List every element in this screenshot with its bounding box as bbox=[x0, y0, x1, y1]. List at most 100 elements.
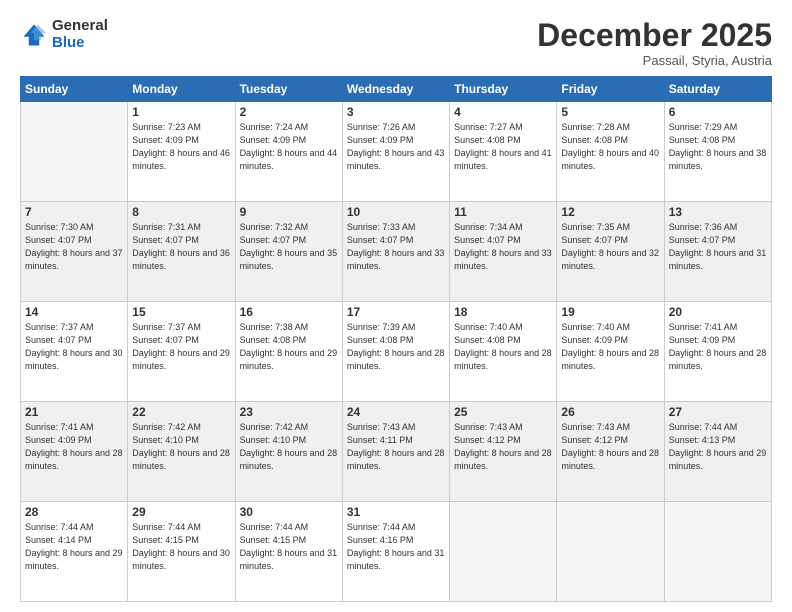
day-info: Sunrise: 7:43 AMSunset: 4:12 PMDaylight:… bbox=[561, 421, 659, 473]
calendar-cell: 19 Sunrise: 7:40 AMSunset: 4:09 PMDayligh… bbox=[557, 302, 664, 402]
col-friday: Friday bbox=[557, 77, 664, 102]
day-info: Sunrise: 7:24 AMSunset: 4:09 PMDaylight:… bbox=[240, 121, 338, 173]
day-number: 9 bbox=[240, 205, 338, 219]
page: General Blue December 2025 Passail, Styr… bbox=[0, 0, 792, 612]
calendar-cell: 14 Sunrise: 7:37 AMSunset: 4:07 PMDayligh… bbox=[21, 302, 128, 402]
week-row-2: 7 Sunrise: 7:30 AMSunset: 4:07 PMDaylight… bbox=[21, 202, 772, 302]
day-info: Sunrise: 7:37 AMSunset: 4:07 PMDaylight:… bbox=[25, 321, 123, 373]
calendar-cell: 16Sunrise: 7:38 AMSunset: 4:08 PMDayligh… bbox=[235, 302, 342, 402]
calendar-cell: 5Sunrise: 7:28 AMSunset: 4:08 PMDaylight… bbox=[557, 102, 664, 202]
day-info: Sunrise: 7:41 AMSunset: 4:09 PMDaylight:… bbox=[25, 421, 123, 473]
day-number: 14 bbox=[25, 305, 123, 319]
calendar-cell: 6 Sunrise: 7:29 AMSunset: 4:08 PMDaylight… bbox=[664, 102, 771, 202]
calendar-cell: 21 Sunrise: 7:41 AMSunset: 4:09 PMDayligh… bbox=[21, 402, 128, 502]
day-info: Sunrise: 7:34 AMSunset: 4:07 PMDaylight:… bbox=[454, 221, 552, 273]
calendar-header-row: Sunday Monday Tuesday Wednesday Thursday… bbox=[21, 77, 772, 102]
day-number: 16 bbox=[240, 305, 338, 319]
calendar-cell bbox=[557, 502, 664, 602]
day-info: Sunrise: 7:40 AMSunset: 4:09 PMDaylight:… bbox=[561, 321, 659, 373]
day-info: Sunrise: 7:41 AMSunset: 4:09 PMDaylight:… bbox=[669, 321, 767, 373]
calendar-cell: 24 Sunrise: 7:43 AMSunset: 4:11 PMDayligh… bbox=[342, 402, 449, 502]
calendar-cell: 15Sunrise: 7:37 AMSunset: 4:07 PMDayligh… bbox=[128, 302, 235, 402]
calendar-cell: 7 Sunrise: 7:30 AMSunset: 4:07 PMDaylight… bbox=[21, 202, 128, 302]
calendar-cell: 3Sunrise: 7:26 AMSunset: 4:09 PMDaylight… bbox=[342, 102, 449, 202]
day-number: 27 bbox=[669, 405, 767, 419]
calendar-cell: 13 Sunrise: 7:36 AMSunset: 4:07 PMDayligh… bbox=[664, 202, 771, 302]
day-number: 18 bbox=[454, 305, 552, 319]
header: General Blue December 2025 Passail, Styr… bbox=[20, 18, 772, 68]
day-number: 5 bbox=[561, 105, 659, 119]
calendar-cell: 11 Sunrise: 7:34 AMSunset: 4:07 PMDayligh… bbox=[450, 202, 557, 302]
day-info: Sunrise: 7:35 AMSunset: 4:07 PMDaylight:… bbox=[561, 221, 659, 273]
day-number: 24 bbox=[347, 405, 445, 419]
day-number: 15 bbox=[132, 305, 230, 319]
logo: General Blue bbox=[20, 18, 108, 51]
day-info: Sunrise: 7:32 AMSunset: 4:07 PMDaylight:… bbox=[240, 221, 338, 273]
day-info: Sunrise: 7:27 AMSunset: 4:08 PMDaylight:… bbox=[454, 121, 552, 173]
week-row-3: 14 Sunrise: 7:37 AMSunset: 4:07 PMDayligh… bbox=[21, 302, 772, 402]
calendar-cell: 31Sunrise: 7:44 AMSunset: 4:16 PMDayligh… bbox=[342, 502, 449, 602]
day-number: 23 bbox=[240, 405, 338, 419]
day-info: Sunrise: 7:40 AMSunset: 4:08 PMDaylight:… bbox=[454, 321, 552, 373]
calendar-cell: 2 Sunrise: 7:24 AMSunset: 4:09 PMDaylight… bbox=[235, 102, 342, 202]
calendar-cell: 20Sunrise: 7:41 AMSunset: 4:09 PMDayligh… bbox=[664, 302, 771, 402]
calendar-cell bbox=[21, 102, 128, 202]
day-info: Sunrise: 7:36 AMSunset: 4:07 PMDaylight:… bbox=[669, 221, 767, 273]
day-info: Sunrise: 7:44 AMSunset: 4:13 PMDaylight:… bbox=[669, 421, 767, 473]
logo-blue-text: Blue bbox=[52, 35, 108, 52]
calendar-cell: 17Sunrise: 7:39 AMSunset: 4:08 PMDayligh… bbox=[342, 302, 449, 402]
day-number: 4 bbox=[454, 105, 552, 119]
col-monday: Monday bbox=[128, 77, 235, 102]
calendar-cell bbox=[450, 502, 557, 602]
calendar-cell: 12 Sunrise: 7:35 AMSunset: 4:07 PMDayligh… bbox=[557, 202, 664, 302]
day-number: 22 bbox=[132, 405, 230, 419]
day-number: 11 bbox=[454, 205, 552, 219]
day-info: Sunrise: 7:26 AMSunset: 4:09 PMDaylight:… bbox=[347, 121, 445, 173]
week-row-4: 21 Sunrise: 7:41 AMSunset: 4:09 PMDayligh… bbox=[21, 402, 772, 502]
calendar-cell: 22 Sunrise: 7:42 AMSunset: 4:10 PMDayligh… bbox=[128, 402, 235, 502]
day-info: Sunrise: 7:44 AMSunset: 4:15 PMDaylight:… bbox=[132, 521, 230, 573]
col-wednesday: Wednesday bbox=[342, 77, 449, 102]
day-number: 6 bbox=[669, 105, 767, 119]
col-sunday: Sunday bbox=[21, 77, 128, 102]
day-number: 19 bbox=[561, 305, 659, 319]
day-info: Sunrise: 7:43 AMSunset: 4:11 PMDaylight:… bbox=[347, 421, 445, 473]
day-number: 12 bbox=[561, 205, 659, 219]
day-info: Sunrise: 7:31 AMSunset: 4:07 PMDaylight:… bbox=[132, 221, 230, 273]
day-number: 13 bbox=[669, 205, 767, 219]
day-info: Sunrise: 7:44 AMSunset: 4:15 PMDaylight:… bbox=[240, 521, 338, 573]
logo-text: General Blue bbox=[52, 18, 108, 51]
calendar-cell: 30Sunrise: 7:44 AMSunset: 4:15 PMDayligh… bbox=[235, 502, 342, 602]
calendar-cell: 23 Sunrise: 7:42 AMSunset: 4:10 PMDayligh… bbox=[235, 402, 342, 502]
day-info: Sunrise: 7:30 AMSunset: 4:07 PMDaylight:… bbox=[25, 221, 123, 273]
calendar-cell: 26 Sunrise: 7:43 AMSunset: 4:12 PMDayligh… bbox=[557, 402, 664, 502]
day-number: 25 bbox=[454, 405, 552, 419]
calendar-cell: 9 Sunrise: 7:32 AMSunset: 4:07 PMDaylight… bbox=[235, 202, 342, 302]
day-info: Sunrise: 7:23 AMSunset: 4:09 PMDaylight:… bbox=[132, 121, 230, 173]
day-number: 1 bbox=[132, 105, 230, 119]
day-number: 2 bbox=[240, 105, 338, 119]
day-info: Sunrise: 7:42 AMSunset: 4:10 PMDaylight:… bbox=[240, 421, 338, 473]
week-row-1: 1 Sunrise: 7:23 AMSunset: 4:09 PMDaylight… bbox=[21, 102, 772, 202]
calendar-cell: 10Sunrise: 7:33 AMSunset: 4:07 PMDayligh… bbox=[342, 202, 449, 302]
title-area: December 2025 Passail, Styria, Austria bbox=[537, 18, 772, 68]
month-title: December 2025 bbox=[537, 18, 772, 53]
day-number: 17 bbox=[347, 305, 445, 319]
calendar-cell: 29 Sunrise: 7:44 AMSunset: 4:15 PMDayligh… bbox=[128, 502, 235, 602]
day-number: 26 bbox=[561, 405, 659, 419]
day-info: Sunrise: 7:43 AMSunset: 4:12 PMDaylight:… bbox=[454, 421, 552, 473]
day-info: Sunrise: 7:33 AMSunset: 4:07 PMDaylight:… bbox=[347, 221, 445, 273]
day-info: Sunrise: 7:29 AMSunset: 4:08 PMDaylight:… bbox=[669, 121, 767, 173]
day-number: 7 bbox=[25, 205, 123, 219]
day-info: Sunrise: 7:42 AMSunset: 4:10 PMDaylight:… bbox=[132, 421, 230, 473]
subtitle: Passail, Styria, Austria bbox=[537, 53, 772, 68]
calendar-cell: 27 Sunrise: 7:44 AMSunset: 4:13 PMDayligh… bbox=[664, 402, 771, 502]
calendar-cell: 25 Sunrise: 7:43 AMSunset: 4:12 PMDayligh… bbox=[450, 402, 557, 502]
logo-icon bbox=[20, 21, 48, 49]
calendar-cell bbox=[664, 502, 771, 602]
calendar-cell: 4 Sunrise: 7:27 AMSunset: 4:08 PMDaylight… bbox=[450, 102, 557, 202]
day-number: 21 bbox=[25, 405, 123, 419]
day-info: Sunrise: 7:44 AMSunset: 4:16 PMDaylight:… bbox=[347, 521, 445, 573]
calendar-cell: 8Sunrise: 7:31 AMSunset: 4:07 PMDaylight… bbox=[128, 202, 235, 302]
day-number: 29 bbox=[132, 505, 230, 519]
